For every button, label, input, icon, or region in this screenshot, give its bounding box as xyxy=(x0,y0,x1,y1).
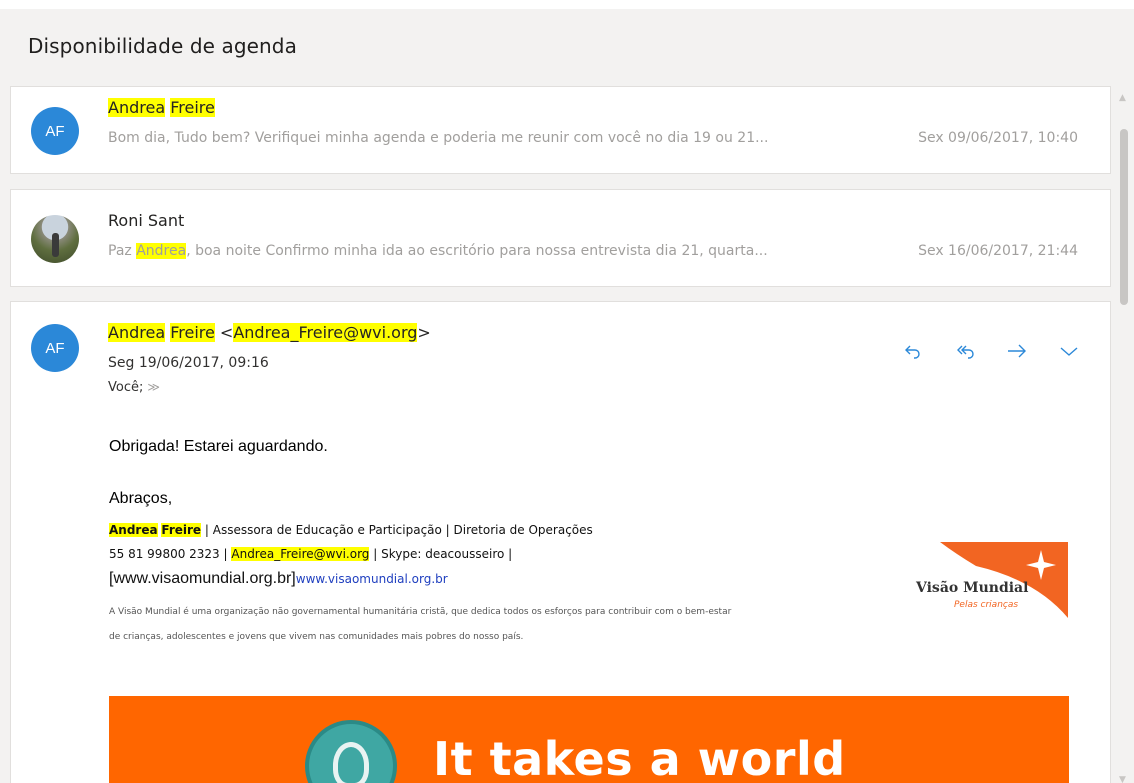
logo-tagline: Pelas crianças xyxy=(954,600,1019,610)
reading-pane: Disponibilidade de agenda AF Andrea Frei… xyxy=(0,9,1134,783)
avatar: AF xyxy=(31,107,79,155)
preview-highlight: Andrea xyxy=(136,243,187,259)
scroll-up-arrow-icon[interactable]: ▲ xyxy=(1119,93,1126,103)
recipient[interactable]: Você; xyxy=(108,380,143,395)
email-close-bracket: > xyxy=(417,323,431,342)
sender-last-name: Freire xyxy=(170,98,215,117)
reply-button[interactable] xyxy=(902,340,924,362)
forward-button[interactable] xyxy=(1006,340,1028,362)
message-card-collapsed[interactable]: Roni Sant Paz Andrea, boa noite Confirmo… xyxy=(10,189,1111,287)
heart-figure-icon xyxy=(333,742,369,783)
signature-disclaimer: A Visão Mundial é uma organização não go… xyxy=(109,607,732,617)
reply-all-button[interactable] xyxy=(954,340,976,362)
expand-recipients-icon[interactable]: ≫ xyxy=(147,380,160,394)
conversation-subject: Disponibilidade de agenda xyxy=(28,34,297,58)
body-line: Abraços, xyxy=(109,490,173,507)
sender-line: Andrea Freire <Andrea_Freire@wvi.org> xyxy=(108,323,431,342)
signature-phone: 55 81 99800 2323 | xyxy=(109,547,232,561)
signature-disclaimer: de crianças, adolescentes e jovens que v… xyxy=(109,632,524,642)
globe-icon xyxy=(305,720,397,783)
sender-first-name: Andrea xyxy=(108,98,166,117)
signature-contact-line: 55 81 99800 2323 | Andrea_Freire@wvi.org… xyxy=(109,547,512,561)
message-date: Sex 09/06/2017, 10:40 xyxy=(918,130,1078,146)
signature-name-line: Andrea Freire | Assessora de Educação e … xyxy=(109,523,593,537)
reply-icon xyxy=(905,345,920,359)
sender-last-name: Freire xyxy=(170,323,215,342)
top-bar xyxy=(0,0,1134,9)
scroll-thumb[interactable] xyxy=(1120,129,1128,305)
recipients-line: Você; ≫ xyxy=(108,380,160,395)
message-preview: Bom dia, Tudo bem? Verifiquei minha agen… xyxy=(108,130,769,146)
signature-site-text: [www.visaomundial.org.br] xyxy=(109,570,296,587)
sender-email[interactable]: Andrea_Freire@wvi.org xyxy=(233,323,418,342)
message-date: Sex 16/06/2017, 21:44 xyxy=(918,243,1078,259)
banner-slogan: It takes a world xyxy=(433,732,846,783)
campaign-banner: It takes a world xyxy=(109,696,1069,783)
avatar-photo xyxy=(31,215,79,263)
chevron-down-icon xyxy=(1060,347,1078,356)
signature-role: | Assessora de Educação e Participação |… xyxy=(201,523,593,537)
scroll-down-arrow-icon[interactable]: ▼ xyxy=(1119,775,1126,783)
forward-icon xyxy=(1008,344,1026,358)
message-card-collapsed[interactable]: AF Andrea Freire Bom dia, Tudo bem? Veri… xyxy=(10,86,1111,174)
avatar: AF xyxy=(31,324,79,372)
logo-name: Visão Mundial xyxy=(916,580,1029,596)
signature-site-line: [www.visaomundial.org.br]www.visaomundia… xyxy=(109,570,448,588)
signature-first-name: Andrea xyxy=(109,523,158,537)
preview-rest: , boa noite Confirmo minha ida ao escrit… xyxy=(186,243,768,259)
signature-email-link[interactable]: Andrea_Freire@wvi.org xyxy=(231,547,370,561)
visao-mundial-logo: Visão Mundial Pelas crianças xyxy=(916,540,1068,620)
message-actions xyxy=(902,340,1080,362)
body-line: Obrigada! Estarei aguardando. xyxy=(109,438,328,455)
signature-last-name: Freire xyxy=(161,523,202,537)
message-preview: Paz Andrea, boa noite Confirmo minha ida… xyxy=(108,243,768,259)
email-open-bracket: < xyxy=(214,323,234,342)
signature-site-link[interactable]: www.visaomundial.org.br xyxy=(296,572,448,586)
message-date: Seg 19/06/2017, 09:16 xyxy=(108,355,269,371)
sender-name: Roni Sant xyxy=(108,211,185,230)
scrollbar[interactable]: ▲ ▼ xyxy=(1117,93,1131,783)
more-actions-button[interactable] xyxy=(1058,340,1080,362)
sender-first-name: Andrea xyxy=(108,323,166,342)
signature-skype: | Skype: deacousseiro | xyxy=(369,547,513,561)
message-card-expanded: AF Andrea Freire <Andrea_Freire@wvi.org>… xyxy=(10,301,1111,783)
preview-prefix: Paz xyxy=(108,243,137,259)
sender-name: Andrea Freire xyxy=(108,98,215,117)
reply-all-icon xyxy=(957,345,974,359)
